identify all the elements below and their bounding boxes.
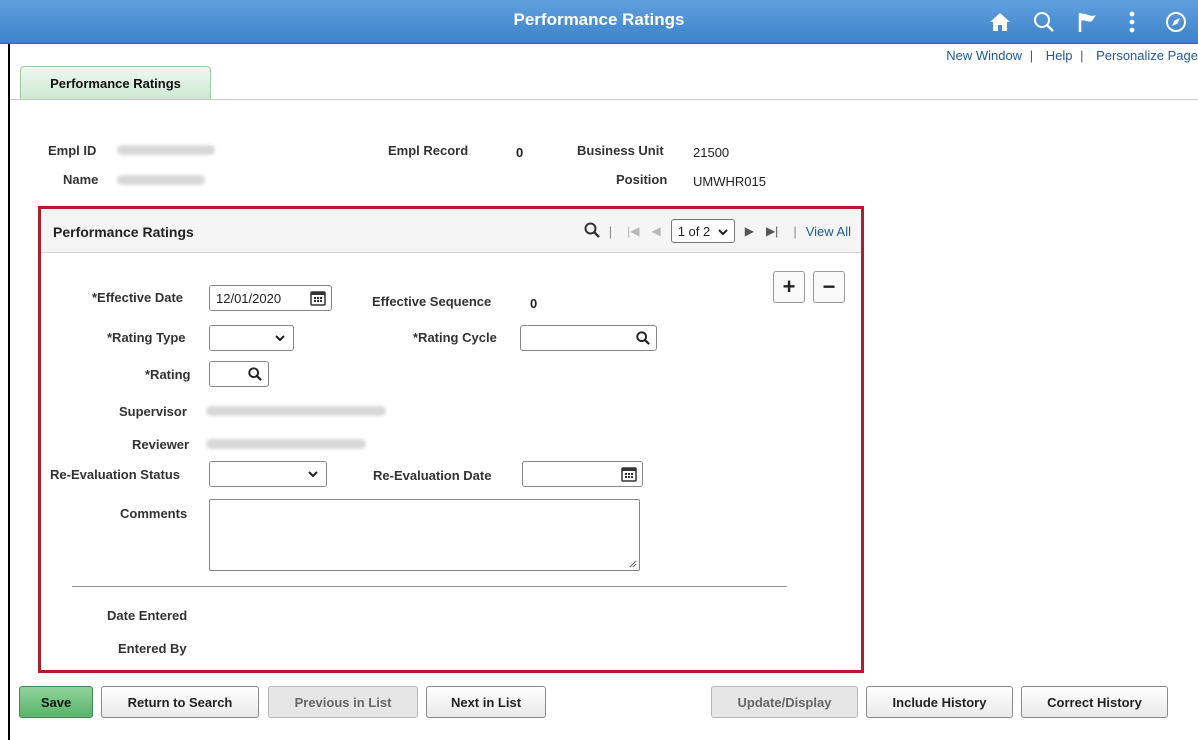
link-separator: |: [1080, 48, 1084, 63]
search-icon[interactable]: [1022, 0, 1066, 44]
grid-navigation: | |◀ ◀ 1 of 2 ▶ ▶| | View All: [584, 217, 851, 245]
lookup-search-icon[interactable]: [242, 362, 268, 386]
effective-date-field[interactable]: 12/01/2020: [209, 285, 332, 311]
calendar-icon[interactable]: [616, 462, 642, 486]
position-value: UMWHR015: [693, 174, 766, 189]
reviewer-value-redacted: [206, 439, 366, 449]
nav-separator: |: [608, 223, 613, 239]
more-vertical-icon[interactable]: [1110, 0, 1154, 44]
reviewer-label: Reviewer: [132, 437, 190, 452]
rating-cycle-field[interactable]: [520, 325, 657, 351]
business-unit-label: Business Unit: [577, 143, 664, 158]
date-entered-label: Date Entered: [107, 608, 188, 623]
banner-icon-bar: [978, 0, 1198, 44]
chevron-down-icon: [718, 224, 728, 239]
page-actions-links: New Window | Help | Personalize Page: [946, 48, 1198, 63]
effective-date-value: 12/01/2020: [216, 290, 282, 306]
next-row-icon[interactable]: ▶: [745, 224, 754, 238]
tab-divider: [10, 99, 1198, 100]
reevaluation-status-select[interactable]: [209, 461, 327, 487]
reevaluation-date-label: Re-Evaluation Date: [373, 468, 492, 483]
entered-by-label: Entered By: [118, 641, 187, 656]
delete-row-button[interactable]: −: [813, 271, 845, 303]
lookup-search-icon[interactable]: [630, 326, 656, 350]
rating-cycle-label: *Rating Cycle: [413, 330, 497, 345]
update-display-button[interactable]: Update/Display: [711, 686, 858, 718]
grid-title: Performance Ratings: [53, 224, 194, 240]
grid-header: Performance Ratings | |◀ ◀ 1 of 2 ▶ ▶| |…: [41, 209, 861, 253]
home-icon[interactable]: [978, 0, 1022, 44]
business-unit-value: 21500: [693, 145, 730, 160]
effective-sequence-value: 0: [530, 296, 538, 311]
comments-label: Comments: [120, 506, 188, 521]
calendar-icon[interactable]: [305, 286, 331, 310]
link-separator: |: [1029, 48, 1034, 63]
supervisor-label: Supervisor: [119, 404, 187, 419]
reevaluation-date-field[interactable]: [522, 461, 643, 487]
empl-id-value-redacted: [117, 145, 215, 155]
save-button[interactable]: Save: [19, 686, 93, 718]
comments-textarea[interactable]: [209, 499, 640, 571]
previous-row-icon[interactable]: ◀: [651, 224, 660, 238]
new-window-link[interactable]: New Window: [946, 48, 1022, 63]
first-row-icon[interactable]: |◀: [627, 224, 639, 238]
next-in-list-button[interactable]: Next in List: [426, 686, 546, 718]
reevaluation-status-label: Re-Evaluation Status: [50, 467, 181, 482]
section-divider: [72, 586, 787, 587]
empl-record-label: Empl Record: [388, 143, 469, 158]
include-history-button[interactable]: Include History: [866, 686, 1013, 718]
supervisor-value-redacted: [206, 406, 386, 416]
name-value-redacted: [117, 175, 205, 185]
chevron-down-icon: [300, 462, 326, 486]
rating-type-label: *Rating Type: [107, 330, 186, 345]
rating-type-select[interactable]: [209, 325, 294, 351]
rating-label: *Rating: [145, 367, 191, 382]
effective-date-label: *Effective Date: [92, 290, 184, 305]
empl-record-value: 0: [516, 145, 524, 160]
compass-icon[interactable]: [1154, 0, 1198, 44]
add-row-button[interactable]: +: [773, 271, 805, 303]
help-link[interactable]: Help: [1046, 48, 1073, 63]
grid-search-icon[interactable]: [584, 222, 600, 241]
view-all-link[interactable]: View All: [806, 224, 851, 239]
personalize-page-link[interactable]: Personalize Page: [1096, 48, 1198, 63]
empl-id-label: Empl ID: [48, 143, 97, 158]
return-to-search-button[interactable]: Return to Search: [101, 686, 259, 718]
nav-separator: |: [793, 223, 797, 239]
effective-sequence-label: Effective Sequence: [372, 294, 492, 309]
last-row-icon[interactable]: ▶|: [766, 224, 778, 238]
name-label: Name: [63, 172, 99, 187]
previous-in-list-button[interactable]: Previous in List: [268, 686, 418, 718]
flag-icon[interactable]: [1066, 0, 1110, 44]
tab-performance-ratings[interactable]: Performance Ratings: [20, 66, 211, 99]
row-pager-select[interactable]: 1 of 2: [670, 219, 735, 243]
top-banner: Performance Ratings: [0, 0, 1198, 44]
chevron-down-icon: [267, 326, 293, 350]
position-label: Position: [616, 172, 668, 187]
rating-field[interactable]: [209, 361, 269, 387]
pager-value: 1 of 2: [677, 223, 711, 239]
resize-handle-icon[interactable]: [629, 560, 637, 568]
correct-history-button[interactable]: Correct History: [1021, 686, 1168, 718]
